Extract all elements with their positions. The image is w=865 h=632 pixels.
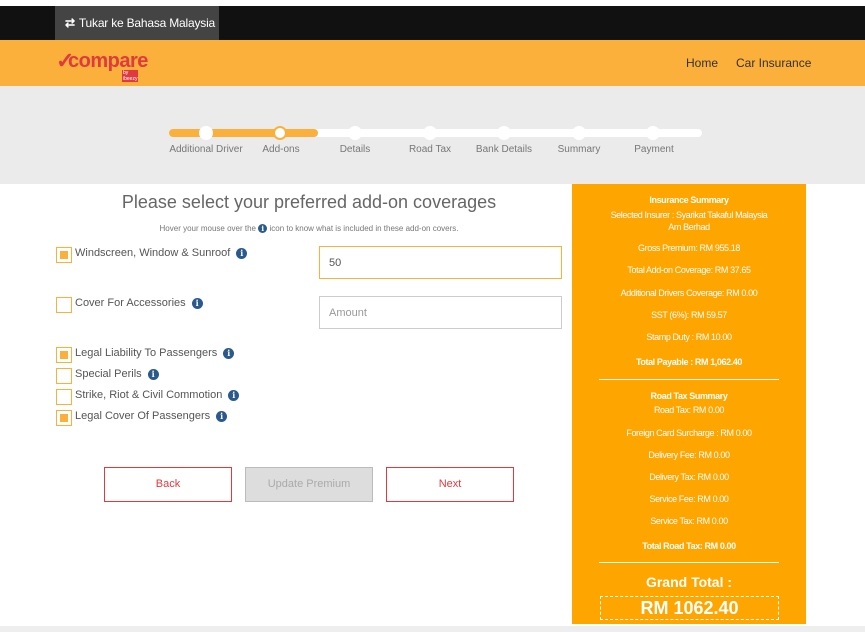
option-label-windscreen: Windscreen, Window & Sunroof (75, 247, 231, 259)
option-label-legal-cover: Legal Cover Of Passengers (75, 410, 211, 422)
insurance-summary-title: Insurance Summary (649, 195, 729, 205)
info-icon-windscreen[interactable]: i (236, 248, 248, 259)
checkbox-accessories[interactable] (56, 297, 72, 313)
checkbox-strike-riot[interactable] (56, 389, 72, 405)
page-title: Please select your preferred add-on cove… (121, 192, 497, 212)
checkbox-windscreen[interactable] (56, 247, 72, 263)
info-icon-strike-riot[interactable]: i (228, 390, 240, 401)
hint-text-after: icon to know what is included in these a… (269, 224, 459, 233)
nav-car-insurance[interactable]: Car Insurance (736, 56, 811, 70)
total-road-tax: Total Road Tax: RM 0.00 (642, 541, 736, 551)
grand-total-value: RM 1062.40 (600, 596, 779, 620)
accessories-amount-input[interactable] (319, 296, 562, 329)
step-label-payment: Payment (634, 144, 674, 155)
selected-insurer-line2: Am Berhad (668, 222, 710, 232)
info-icon-special-perils[interactable]: i (147, 369, 159, 380)
step-dot-add-ons[interactable] (273, 126, 287, 140)
windscreen-amount-input[interactable] (319, 246, 562, 279)
option-special-perils: Special Perils i (75, 368, 159, 380)
option-accessories: Cover For Accessories i (75, 297, 203, 309)
back-button[interactable]: Back (104, 467, 232, 502)
step-dot-road-tax[interactable] (423, 126, 437, 140)
hint-text: Hover your mouse over the i icon to know… (60, 224, 558, 234)
delivery-tax: Delivery Tax: RM 0.00 (649, 472, 729, 482)
summary-panel: Insurance Summary Selected Insurer : Sya… (572, 184, 806, 624)
hint-text-before: Hover your mouse over the (159, 224, 257, 233)
step-dot-summary[interactable] (572, 126, 586, 140)
checkbox-legal-cover[interactable] (56, 410, 72, 426)
total-addon-coverage: Total Add-on Coverage: RM 37.65 (627, 265, 751, 275)
logo-subtext: by ibeezy (122, 70, 139, 82)
update-premium-button[interactable]: Update Premium (245, 467, 373, 502)
checkbox-special-perils[interactable] (56, 368, 72, 384)
option-legal-liability: Legal Liability To Passengers i (75, 347, 235, 359)
switch-language-label: Tukar ke Bahasa Malaysia (78, 16, 216, 30)
selected-insurer-line1: Selected Insurer : Syarikat Takaful Mala… (610, 210, 768, 220)
service-fee: Service Fee: RM 0.00 (649, 494, 729, 504)
service-tax: Service Tax: RM 0.00 (650, 516, 728, 526)
road-tax: Road Tax: RM 0.00 (653, 405, 725, 415)
switch-language-button[interactable]: ⇄ Tukar ke Bahasa Malaysia (55, 6, 219, 40)
info-icon-legal-liability[interactable]: i (223, 348, 235, 359)
step-dot-bank-details[interactable] (497, 126, 511, 140)
option-strike-riot: Strike, Riot & Civil Commotion i (75, 389, 240, 401)
foreign-card-surcharge: Foreign Card Surcharge : RM 0.00 (626, 428, 752, 438)
road-tax-summary-title: Road Tax Summary (650, 391, 728, 401)
stamp-duty: Stamp Duty : RM 10.00 (646, 332, 732, 342)
bottom-bar (0, 626, 865, 632)
summary-divider (599, 379, 779, 380)
option-label-special-perils: Special Perils (75, 368, 142, 380)
nav-home[interactable]: Home (686, 56, 718, 70)
additional-drivers-coverage: Additional Drivers Coverage: RM 0.00 (620, 288, 758, 298)
checkbox-legal-liability[interactable] (56, 347, 72, 363)
info-icon-legal-cover[interactable]: i (216, 411, 228, 422)
option-label-strike-riot: Strike, Riot & Civil Commotion (75, 389, 223, 401)
swap-arrows-icon: ⇄ (65, 16, 75, 30)
next-button[interactable]: Next (386, 467, 514, 502)
grand-total-label: Grand Total : (645, 574, 733, 590)
step-dot-additional-driver[interactable] (199, 126, 213, 140)
option-windscreen: Windscreen, Window & Sunroof i (75, 247, 248, 259)
step-dot-details[interactable] (348, 126, 362, 140)
gross-premium: Gross Premium: RM 955.18 (638, 243, 740, 253)
progress-track-fill (169, 129, 318, 137)
total-payable: Total Payable : RM 1,062.40 (635, 357, 743, 367)
option-label-legal-liability: Legal Liability To Passengers (75, 347, 218, 359)
info-icon: i (258, 224, 268, 234)
delivery-fee: Delivery Fee: RM 0.00 (648, 450, 730, 460)
option-label-accessories: Cover For Accessories (75, 297, 186, 309)
summary-divider (599, 562, 779, 563)
info-icon-accessories[interactable]: i (191, 298, 203, 309)
sst-amount: SST (6%): RM 59.57 (651, 310, 727, 320)
step-dot-payment[interactable] (646, 126, 660, 140)
option-legal-cover: Legal Cover Of Passengers i (75, 410, 228, 422)
